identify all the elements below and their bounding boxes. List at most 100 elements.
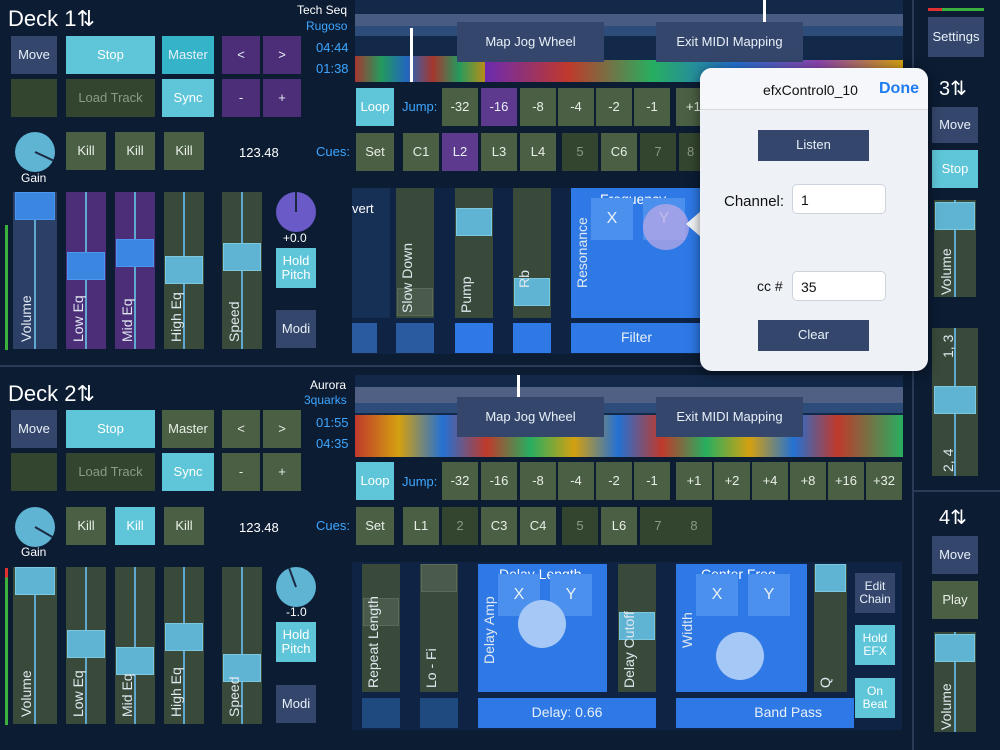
deck2-q-fader[interactable]: Q [814, 564, 847, 692]
deck2-plus-button[interactable]: + [263, 453, 301, 491]
deck2-lofi-fader[interactable]: Lo - Fi [420, 564, 458, 692]
deck1-volume-fader[interactable]: Volume [13, 192, 57, 349]
deck2-cue-6[interactable]: L6 [601, 507, 637, 545]
cc-input[interactable]: 35 [792, 271, 886, 301]
deck2-map-jog-button[interactable]: Map Jog Wheel [457, 397, 604, 437]
deck2-cue-7[interactable]: 7 [640, 507, 676, 545]
deck1-loop-button[interactable]: Loop [356, 88, 394, 126]
deck1-kill-low-button[interactable]: Kill [66, 132, 106, 170]
deck2-band-xy-point[interactable] [716, 632, 764, 680]
deck1-high-eq-fader[interactable]: High Eq [164, 192, 204, 349]
deck1-cue-3[interactable]: L3 [481, 133, 517, 171]
deck2-kill-high-button[interactable]: Kill [164, 507, 204, 545]
deck2-pitch-knob[interactable] [276, 567, 316, 607]
popover-done-button[interactable]: Done [879, 80, 919, 98]
deck1-stop-button[interactable]: Stop [66, 36, 155, 74]
deck2-cue-4[interactable]: C4 [520, 507, 556, 545]
deck2-jump-m8[interactable]: -8 [520, 462, 556, 500]
deck1-slowdown-fader[interactable]: Slow Down [396, 188, 434, 318]
deck1-minus-button[interactable]: - [222, 79, 260, 117]
deck1-cue-5[interactable]: 5 [562, 133, 598, 171]
deck1-pump-fader[interactable]: Pump [455, 188, 493, 318]
deck2-speed-fader[interactable]: Speed [222, 567, 262, 724]
deck2-jump-p1[interactable]: +1 [676, 462, 712, 500]
deck1-modi-button[interactable]: Modi [276, 310, 316, 348]
deck2-minus-button[interactable]: - [222, 453, 260, 491]
deck1-cue-set[interactable]: Set [356, 133, 394, 171]
deck1-rb-button[interactable] [513, 323, 551, 353]
deck1-blank-button[interactable] [11, 79, 57, 117]
deck1-rb-fader[interactable]: Rb [513, 188, 551, 318]
deck2-jump-m4[interactable]: -4 [558, 462, 594, 500]
deck2-cue-1[interactable]: L1 [403, 507, 439, 545]
clear-button[interactable]: Clear [758, 320, 869, 351]
deck1-jump-m1[interactable]: -1 [634, 88, 670, 126]
deck1-exit-midi-button[interactable]: Exit MIDI Mapping [656, 22, 803, 62]
deck2-exit-midi-button[interactable]: Exit MIDI Mapping [656, 397, 803, 437]
deck2-modi-button[interactable]: Modi [276, 685, 316, 723]
deck1-fx-invert-button[interactable] [352, 323, 377, 353]
deck1-filter-xy-pad[interactable]: Frequency Resonance X Y [571, 188, 702, 318]
settings-button[interactable]: Settings [928, 17, 984, 57]
deck2-repeat-fader[interactable]: Repeat Length [362, 564, 400, 692]
deck2-repeat-button[interactable] [362, 698, 400, 728]
deck2-high-eq-fader[interactable]: High Eq [164, 567, 204, 724]
deck1-hold-pitch-button[interactable]: Hold Pitch [276, 248, 316, 288]
deck2-stop-button[interactable]: Stop [66, 410, 155, 448]
deck1-cue-1[interactable]: C1 [403, 133, 439, 171]
deck2-delay-button[interactable]: Delay: 0.66 [478, 698, 656, 728]
deck2-jump-p16[interactable]: +16 [828, 462, 864, 500]
channel-input[interactable]: 1 [792, 184, 886, 214]
deck1-cue-4[interactable]: L4 [520, 133, 556, 171]
deck2-delay-cutoff-fader[interactable]: Delay Cutoff [618, 564, 656, 692]
deck2-gain-knob[interactable] [15, 507, 55, 547]
deck2-delay-xy-point[interactable] [518, 600, 566, 648]
deck1-cue-2[interactable]: L2 [442, 133, 478, 171]
deck2-prev-button[interactable]: < [222, 410, 260, 448]
deck2-jump-m1[interactable]: -1 [634, 462, 670, 500]
deck2-hold-efx-button[interactable]: Hold EFX [855, 625, 895, 665]
deck3-stop-button[interactable]: Stop [932, 150, 978, 188]
deck1-plus-button[interactable]: + [263, 79, 301, 117]
deck2-load-track-button[interactable]: Load Track [66, 453, 155, 491]
deck2-low-eq-fader[interactable]: Low Eq [66, 567, 106, 724]
deck2-jump-m16[interactable]: -16 [481, 462, 517, 500]
deck2-jump-p8[interactable]: +8 [790, 462, 826, 500]
deck1-cue-8[interactable]: 8 [679, 133, 700, 171]
deck2-jump-p32[interactable]: +32 [866, 462, 902, 500]
deck1-sync-button[interactable]: Sync [162, 79, 214, 117]
deck2-bandpass-xy-pad[interactable]: Center Freq Width X Y [676, 564, 807, 692]
deck1-master-button[interactable]: Master [162, 36, 214, 74]
deck2-loop-button[interactable]: Loop [356, 462, 394, 500]
deck1-low-eq-fader[interactable]: Low Eq [66, 192, 106, 349]
deck1-fx-invert-slider[interactable]: vert [352, 188, 390, 318]
deck2-move-button[interactable]: Move [11, 410, 57, 448]
deck2-kill-mid-button[interactable]: Kill [115, 507, 155, 545]
crossfader[interactable]: 1, 3 2, 4 [932, 328, 978, 476]
deck1-jump-m4[interactable]: -4 [558, 88, 594, 126]
deck2-kill-low-button[interactable]: Kill [66, 507, 106, 545]
deck1-mid-eq-fader[interactable]: Mid Eq [115, 192, 155, 349]
deck1-next-button[interactable]: > [263, 36, 301, 74]
deck2-cue-5[interactable]: 5 [562, 507, 598, 545]
deck2-hold-pitch-button[interactable]: Hold Pitch [276, 622, 316, 662]
deck1-move-button[interactable]: Move [11, 36, 57, 74]
deck4-move-button[interactable]: Move [932, 536, 978, 574]
deck2-jump-p4[interactable]: +4 [752, 462, 788, 500]
deck2-lofi-button[interactable] [420, 698, 458, 728]
deck1-load-track-button[interactable]: Load Track [66, 79, 155, 117]
deck1-filter-button[interactable]: Filter [571, 323, 702, 353]
deck1-kill-mid-button[interactable]: Kill [115, 132, 155, 170]
deck3-volume-fader[interactable]: Volume [934, 200, 976, 297]
deck2-band-y-button[interactable]: Y [748, 574, 790, 616]
deck1-jump-p1[interactable]: +1 [676, 88, 701, 126]
deck2-volume-fader[interactable]: Volume [13, 567, 57, 724]
deck1-cue-7[interactable]: 7 [640, 133, 676, 171]
deck2-on-beat-button[interactable]: On Beat [855, 678, 895, 718]
deck2-waveform[interactable] [355, 375, 903, 457]
deck2-jump-m32[interactable]: -32 [442, 462, 478, 500]
deck2-jump-m2[interactable]: -2 [596, 462, 632, 500]
deck1-xy-point[interactable] [643, 204, 689, 250]
deck1-prev-button[interactable]: < [222, 36, 260, 74]
deck2-edit-chain-button[interactable]: Edit Chain [855, 573, 895, 613]
